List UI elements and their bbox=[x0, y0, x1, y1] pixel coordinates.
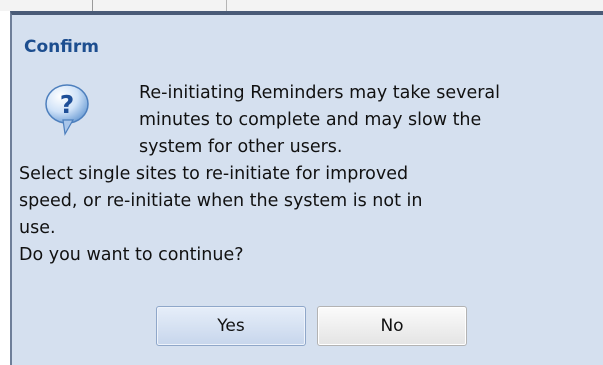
message-line: Select single sites to re-initiate for i… bbox=[19, 164, 409, 184]
yes-button[interactable]: Yes bbox=[156, 306, 306, 346]
background-window-strip bbox=[0, 0, 603, 11]
message-line: minutes to complete and may slow the bbox=[139, 110, 482, 130]
confirm-dialog: Confirm ? Re-initiating Reminders may ta… bbox=[10, 11, 603, 365]
background-divider bbox=[92, 0, 93, 11]
no-button[interactable]: No bbox=[317, 306, 467, 346]
message-line: Do you want to continue? bbox=[19, 245, 244, 265]
dialog-title: Confirm bbox=[24, 37, 99, 57]
message-line: speed, or re-initiate when the system is… bbox=[19, 191, 423, 211]
message-line: use. bbox=[19, 218, 56, 238]
message-body: Select single sites to re-initiate for i… bbox=[19, 161, 594, 269]
screen: Confirm ? Re-initiating Reminders may ta… bbox=[0, 0, 603, 365]
background-divider bbox=[226, 0, 227, 11]
message-intro: Re-initiating Reminders may take several… bbox=[139, 80, 599, 161]
message-line: Re-initiating Reminders may take several bbox=[139, 83, 500, 103]
svg-text:?: ? bbox=[60, 90, 75, 119]
question-icon: ? bbox=[43, 82, 91, 138]
message-line: system for other users. bbox=[139, 137, 343, 157]
